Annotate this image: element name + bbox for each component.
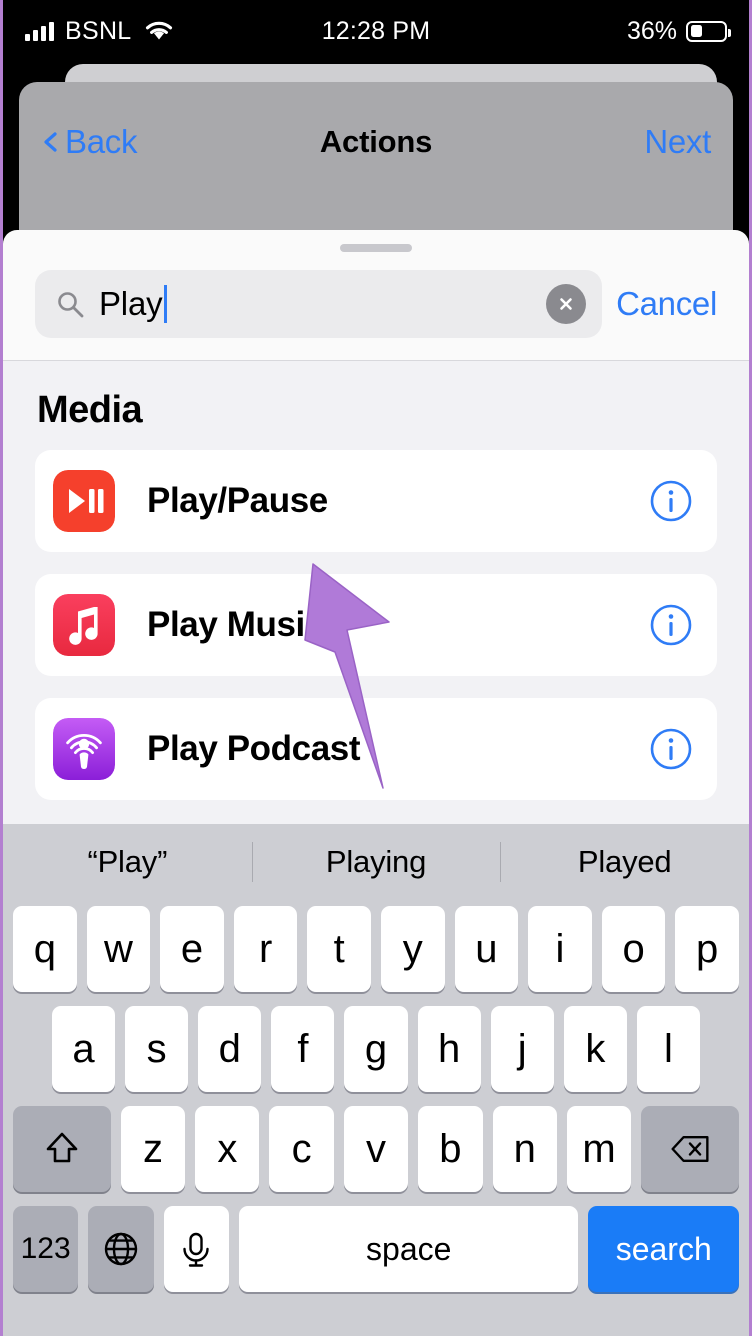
carrier-label: BSNL bbox=[65, 16, 132, 45]
key-n[interactable]: n bbox=[492, 1106, 557, 1192]
status-bar-left: BSNL bbox=[25, 17, 322, 46]
key-p[interactable]: p bbox=[675, 906, 739, 992]
key-a[interactable]: a bbox=[52, 1006, 116, 1092]
key-e[interactable]: e bbox=[160, 906, 224, 992]
search-bar: Play Cancel bbox=[3, 252, 749, 360]
clock-label: 12:28 PM bbox=[321, 16, 431, 45]
dictation-key[interactable] bbox=[163, 1206, 229, 1292]
page-title: Actions bbox=[319, 124, 433, 159]
info-circle-icon[interactable] bbox=[649, 603, 693, 647]
back-button-label: Back bbox=[65, 123, 138, 160]
backspace-icon bbox=[671, 1135, 709, 1163]
result-row-play-pause[interactable]: Play/Pause bbox=[35, 450, 717, 552]
key-o[interactable]: o bbox=[601, 906, 666, 992]
shift-key[interactable] bbox=[13, 1106, 111, 1192]
key-x[interactable]: x bbox=[195, 1106, 260, 1192]
search-input-value: Play bbox=[99, 285, 532, 323]
keyboard-row-4: 123 space search bbox=[3, 1192, 749, 1302]
result-row-label: Play Podcast bbox=[147, 729, 361, 768]
key-w[interactable]: w bbox=[86, 906, 151, 992]
wifi-icon bbox=[145, 21, 172, 40]
key-v[interactable]: v bbox=[343, 1106, 409, 1192]
cellular-bars-icon bbox=[25, 21, 54, 41]
key-m[interactable]: m bbox=[566, 1106, 632, 1192]
key-y[interactable]: y bbox=[381, 906, 445, 992]
suggestion-0[interactable]: “Play” bbox=[3, 844, 252, 880]
status-bar-right: 36% bbox=[430, 16, 732, 46]
key-d[interactable]: d bbox=[198, 1006, 262, 1092]
suggestion-1[interactable]: Playing bbox=[252, 844, 501, 880]
status-bar: BSNL 12:28 PM 36% bbox=[3, 0, 749, 62]
apple-podcasts-icon bbox=[53, 718, 115, 780]
key-l[interactable]: l bbox=[636, 1006, 700, 1092]
apple-music-icon bbox=[53, 594, 115, 656]
search-input[interactable]: Play bbox=[35, 270, 603, 338]
key-g[interactable]: g bbox=[344, 1006, 408, 1092]
backspace-key[interactable] bbox=[641, 1106, 739, 1192]
key-t[interactable]: t bbox=[307, 906, 371, 992]
keyboard-row-2: a s d f g h j k l bbox=[3, 992, 749, 1092]
keyboard-row-1: q w e r t y u i o p bbox=[3, 900, 749, 992]
info-circle-icon[interactable] bbox=[649, 727, 693, 771]
key-b[interactable]: b bbox=[418, 1106, 483, 1192]
key-q[interactable]: q bbox=[13, 906, 77, 992]
text-cursor bbox=[164, 285, 168, 323]
clear-circle-icon bbox=[560, 298, 572, 310]
suggestion-2[interactable]: Played bbox=[500, 844, 749, 880]
globe-key[interactable] bbox=[88, 1206, 154, 1292]
back-button[interactable]: Back bbox=[41, 123, 320, 161]
key-u[interactable]: u bbox=[454, 906, 519, 992]
search-key[interactable]: search bbox=[588, 1206, 739, 1292]
key-s[interactable]: s bbox=[125, 1006, 189, 1092]
result-row-label: Play/Pause bbox=[147, 481, 328, 520]
key-j[interactable]: j bbox=[490, 1006, 554, 1092]
section-header-media: Media bbox=[37, 389, 143, 431]
space-key[interactable]: space bbox=[238, 1206, 579, 1292]
globe-icon bbox=[104, 1232, 138, 1266]
next-button[interactable]: Next bbox=[432, 123, 711, 161]
clear-search-button[interactable] bbox=[546, 284, 587, 324]
key-c[interactable]: c bbox=[269, 1106, 334, 1192]
result-row-play-podcast[interactable]: Play Podcast bbox=[35, 698, 717, 800]
cancel-search-button[interactable]: Cancel bbox=[616, 285, 717, 323]
chevron-left-icon bbox=[44, 132, 57, 152]
result-row-play-music[interactable]: Play Music bbox=[35, 574, 717, 676]
sheet-grabber-handle[interactable] bbox=[340, 244, 412, 252]
key-i[interactable]: i bbox=[528, 906, 592, 992]
phone-screen: BSNL 12:28 PM 36% Back Actions Next Play… bbox=[0, 0, 752, 1336]
navigation-bar: Back Actions Next bbox=[19, 104, 733, 180]
search-icon bbox=[58, 292, 84, 318]
result-row-label: Play Music bbox=[147, 605, 324, 644]
on-screen-keyboard: “Play” Playing Played q w e r t y u i o … bbox=[3, 824, 749, 1336]
keyboard-suggestion-bar: “Play” Playing Played bbox=[3, 824, 749, 900]
key-z[interactable]: z bbox=[120, 1106, 186, 1192]
key-k[interactable]: k bbox=[563, 1006, 627, 1092]
battery-icon bbox=[686, 20, 732, 42]
key-f[interactable]: f bbox=[271, 1006, 335, 1092]
search-query-text: Play bbox=[99, 285, 163, 322]
microphone-icon bbox=[183, 1232, 210, 1267]
play-pause-icon bbox=[53, 470, 115, 532]
key-h[interactable]: h bbox=[417, 1006, 481, 1092]
battery-percent-label: 36% bbox=[626, 16, 678, 45]
info-circle-icon[interactable] bbox=[649, 479, 693, 523]
key-r[interactable]: r bbox=[233, 906, 298, 992]
keyboard-row-3: z x c v b n m bbox=[3, 1092, 749, 1192]
shift-arrow-icon bbox=[46, 1132, 78, 1163]
numbers-key[interactable]: 123 bbox=[13, 1206, 79, 1292]
